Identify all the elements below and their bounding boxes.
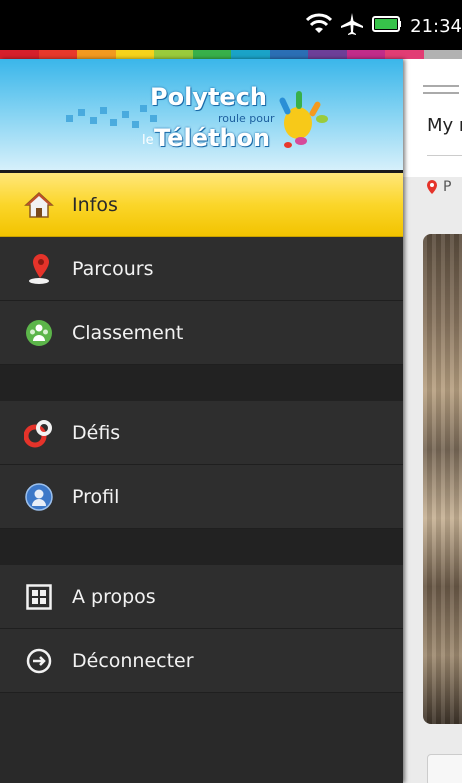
stripe-segment xyxy=(192,50,231,59)
stripe-segment xyxy=(385,50,424,59)
telethon-mascot-icon xyxy=(279,91,328,148)
stripe-segment xyxy=(231,50,270,59)
stripe-segment xyxy=(0,50,39,59)
content-title: My r xyxy=(427,115,462,136)
menu-item-label: Déconnecter xyxy=(72,649,194,672)
content-photo[interactable] xyxy=(423,234,462,724)
menu-item-label: Classement xyxy=(72,321,184,344)
brand-le: le xyxy=(142,133,154,148)
stripe-segment xyxy=(115,50,154,59)
main-content-peek: My r P xyxy=(403,59,462,783)
navigation-drawer: Polytech roule pour le Téléthon Infos Pa… xyxy=(0,59,403,783)
user-icon xyxy=(24,482,54,512)
content-bottom-button[interactable] xyxy=(427,754,462,783)
menu-item-profil[interactable]: Profil xyxy=(0,465,403,529)
people-icon xyxy=(24,318,54,348)
brand-color-stripe xyxy=(0,50,462,59)
stripe-segment xyxy=(154,50,193,59)
menu-item-label: A propos xyxy=(72,585,156,608)
home-icon xyxy=(24,190,54,220)
drawer-menu: Infos Parcours Classement Défis Profil A… xyxy=(0,173,403,693)
airplane-icon xyxy=(340,12,364,40)
status-bar: 21:34 xyxy=(0,0,462,50)
content-divider xyxy=(427,155,462,156)
battery-icon xyxy=(372,15,402,37)
stripe-segment xyxy=(269,50,308,59)
menu-item-label: Parcours xyxy=(72,257,154,280)
brand-polytech: Polytech xyxy=(150,83,268,111)
rings-icon xyxy=(24,418,54,448)
menu-item-parcours[interactable]: Parcours xyxy=(0,237,403,301)
location-row: P xyxy=(427,179,451,195)
menu-item-label: Infos xyxy=(72,193,118,216)
content-header: My r P xyxy=(403,59,462,195)
stripe-segment xyxy=(77,50,116,59)
brand-telethon: Téléthon xyxy=(154,124,271,152)
clock-time: 21:34 xyxy=(410,15,462,37)
menu-separator xyxy=(0,529,403,565)
status-icons: 21:34 xyxy=(306,12,462,40)
wifi-icon xyxy=(306,13,333,39)
logout-icon xyxy=(24,646,54,676)
stripe-segment xyxy=(346,50,385,59)
location-text: P xyxy=(443,179,452,195)
menu-item-infos[interactable]: Infos xyxy=(0,173,403,237)
stripe-segment xyxy=(423,50,462,59)
stripe-segment xyxy=(308,50,347,59)
map-pin-icon xyxy=(24,253,54,284)
drawer-banner: Polytech roule pour le Téléthon xyxy=(0,59,403,170)
menu-item-classement[interactable]: Classement xyxy=(0,301,403,365)
menu-item-label: Profil xyxy=(72,485,120,508)
hamburger-icon[interactable] xyxy=(423,85,459,99)
menu-separator xyxy=(0,365,403,401)
stripe-segment xyxy=(38,50,77,59)
menu-item-deconnecter[interactable]: Déconnecter xyxy=(0,629,403,693)
menu-item-defis[interactable]: Défis xyxy=(0,401,403,465)
menu-item-label: Défis xyxy=(72,421,121,444)
grid-icon xyxy=(24,582,54,612)
menu-item-a-propos[interactable]: A propos xyxy=(0,565,403,629)
location-pin-icon xyxy=(427,180,437,194)
